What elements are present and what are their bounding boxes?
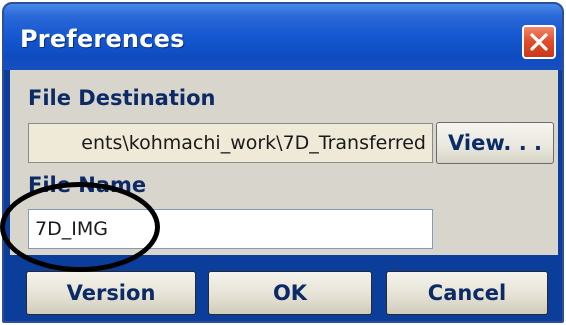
title-bar[interactable]: Preferences [4,4,562,70]
close-button[interactable] [522,25,556,59]
ok-button[interactable]: OK [208,271,372,315]
close-x-icon [530,33,548,51]
dialog-title: Preferences [20,25,185,53]
file-destination-field[interactable]: ents\kohmachi_work\7D_Transferred [28,123,433,163]
annotation-ring [0,182,160,272]
cancel-button[interactable]: Cancel [386,271,548,315]
view-button[interactable]: View. . . [436,122,554,164]
file-destination-label: File Destination [28,86,216,110]
version-button[interactable]: Version [26,271,196,315]
